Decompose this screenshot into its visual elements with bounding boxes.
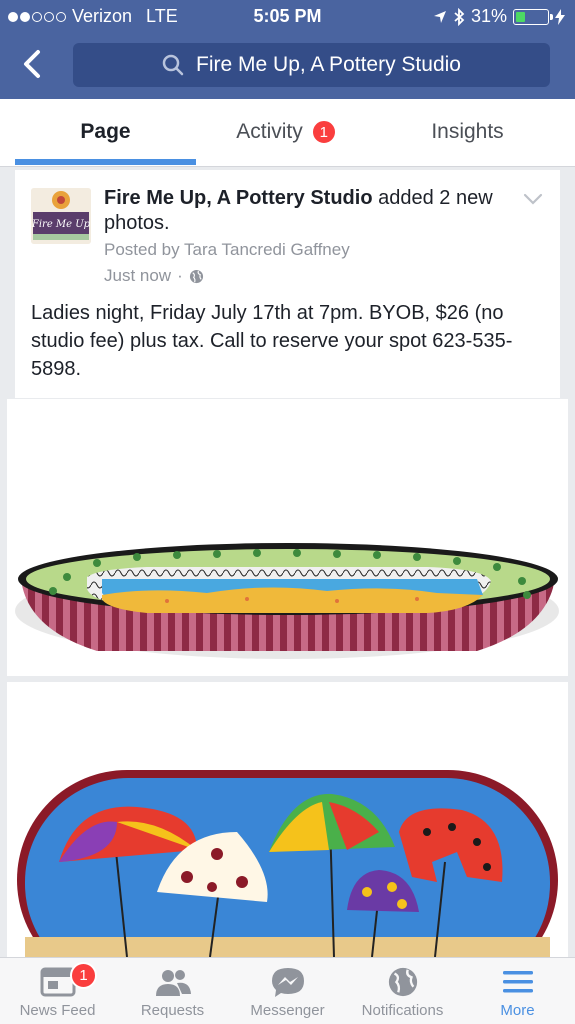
menu-icon [502, 971, 533, 993]
top-bar: Verizon LTE 5:05 PM 31% Fire Me Up, A Po… [0, 0, 575, 99]
bottom-tab-news-feed[interactable]: News Feed 1 [0, 958, 115, 1024]
activity-badge: 1 [310, 119, 337, 145]
bottom-tab-notifications[interactable]: Notifications [345, 958, 460, 1024]
charging-bolt-icon [555, 8, 565, 25]
tab-activity[interactable]: Activity 1 [196, 99, 377, 165]
active-tab-indicator [15, 159, 196, 165]
globe-icon [388, 967, 417, 997]
tab-page-label: Page [80, 120, 131, 143]
pottery-logo: Fire Me Up [31, 188, 91, 244]
globe-icon [189, 269, 203, 283]
battery-fill [516, 11, 525, 22]
post-author[interactable]: Fire Me Up, A Pottery Studio [104, 187, 373, 209]
post-time[interactable]: Just now [104, 266, 171, 286]
post-timestamp-row: Just now · [104, 266, 204, 286]
tab-activity-label: Activity [236, 120, 303, 143]
umbrella-platter-image [7, 682, 568, 957]
bottom-tab-label: Requests [140, 1002, 205, 1019]
battery-icon [513, 8, 553, 25]
bottom-tab-label: Notifications [361, 1002, 444, 1019]
search-bar[interactable]: Fire Me Up, A Pottery Studio [73, 43, 550, 87]
page-avatar[interactable]: Fire Me Up [31, 188, 91, 244]
tab-insights-label: Insights [431, 120, 504, 143]
location-arrow-icon [433, 10, 446, 23]
bottom-tab-messenger[interactable]: Messenger [230, 958, 345, 1024]
chevron-down-icon[interactable] [522, 190, 544, 208]
status-right: 31% [433, 6, 565, 27]
bottom-tab-requests[interactable]: Requests [115, 958, 230, 1024]
post-header: Fire Me Up, A Pottery Studio added 2 new… [104, 186, 524, 236]
chevron-left-icon[interactable] [18, 42, 48, 86]
logo-text: Fire Me Up [31, 219, 91, 230]
requests-icon [155, 970, 191, 996]
post-photo-1[interactable] [7, 399, 568, 676]
posted-by: Posted by Tara Tancredi Gaffney [104, 240, 350, 259]
post-card: Fire Me Up Fire Me Up, A Pottery Studio … [15, 170, 560, 398]
bottom-tab-bar: News Feed 1 Requests Messenger Notificat… [0, 957, 575, 1024]
status-bar: Verizon LTE 5:05 PM 31% [0, 0, 575, 32]
post-text: Ladies night, Friday July 17th at 7pm. B… [31, 302, 513, 380]
post-photo-2[interactable] [7, 682, 568, 957]
messenger-icon [271, 968, 304, 997]
bottom-tab-label: News Feed [19, 1002, 96, 1019]
bluetooth-icon [454, 7, 465, 26]
tab-insights[interactable]: Insights [377, 99, 558, 165]
bottom-tab-label: More [500, 1002, 535, 1019]
search-icon [162, 54, 184, 76]
pottery-dish-image [7, 399, 568, 676]
search-text: Fire Me Up, A Pottery Studio [196, 53, 461, 76]
bottom-tab-label: Messenger [250, 1002, 325, 1019]
battery-percent: 31% [470, 6, 507, 26]
page-tabs: Page Activity 1 Insights [0, 99, 575, 167]
news-feed-badge: 1 [70, 962, 97, 989]
bottom-tab-more[interactable]: More [460, 958, 575, 1024]
tab-page[interactable]: Page [15, 99, 196, 165]
